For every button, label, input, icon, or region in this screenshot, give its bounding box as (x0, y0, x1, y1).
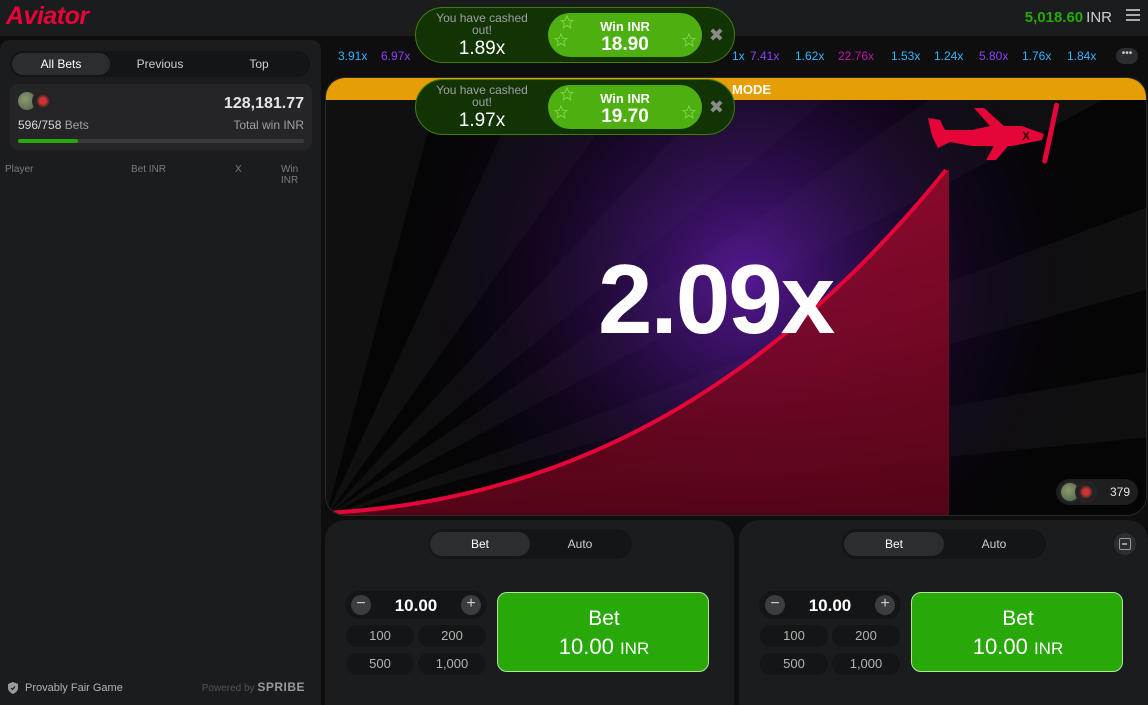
close-icon[interactable]: ✖ (709, 97, 724, 118)
bet-button-label: Bet (588, 607, 620, 630)
history-multiplier[interactable]: 1.84x (1067, 49, 1096, 63)
bet-button-currency: INR (619, 639, 650, 658)
total-win-amount: 128,181.77 (223, 95, 304, 112)
balance-currency: INR (1086, 9, 1112, 26)
history-multiplier[interactable]: 3.91x (338, 49, 367, 63)
provably-fair-label: Provably Fair Game (25, 682, 123, 694)
bet-mode-tabs: Bet Auto (428, 529, 632, 559)
bet-button-label: Bet (1002, 607, 1034, 630)
tab-all-bets[interactable]: All Bets (12, 53, 110, 75)
tab-auto[interactable]: Auto (944, 532, 1044, 556)
cashout-win-label: Win INR (600, 91, 650, 106)
cashout-label: You have cashed out! (436, 83, 528, 109)
history-multiplier[interactable]: 6.97x (381, 49, 410, 63)
stake-stepper: − 10.00 + (759, 591, 901, 619)
col-x: X (235, 164, 242, 175)
history-multiplier[interactable]: 1x (732, 49, 745, 63)
cashout-toast: You have cashed out! 1.89x Win INR 18.90… (415, 7, 735, 63)
tab-previous[interactable]: Previous (111, 53, 209, 75)
quick-stake-1000[interactable]: 1,000 (418, 653, 486, 675)
tab-bet[interactable]: Bet (430, 532, 530, 556)
col-player: Player (5, 164, 34, 175)
bet-button-value: 10.00 (558, 634, 614, 659)
bets-progress-bar (18, 139, 304, 143)
bet-panel-2: Bet Auto − 10.00 + 100 200 500 1,000 Bet… (739, 520, 1148, 705)
history-multiplier[interactable]: 1.24x (934, 49, 963, 63)
game-canvas: MODE X 2.09x 379 (325, 77, 1147, 516)
history-more-button[interactable]: ••• (1116, 48, 1138, 64)
bet-mode-tabs: Bet Auto (842, 529, 1046, 559)
cashout-win-pill: Win INR 18.90 (548, 13, 702, 57)
col-bet: Bet INR (131, 164, 167, 175)
player-avatars (1059, 481, 1105, 503)
quick-stake-500[interactable]: 500 (760, 653, 828, 675)
balance-amount: 5,018.60 (1024, 9, 1084, 26)
cashout-multiplier: 1.97x (458, 110, 506, 131)
increase-stake-button[interactable]: + (875, 595, 895, 615)
mode-label: MODE (732, 82, 771, 97)
powered-by: Powered by SPRIBE (202, 680, 305, 694)
cashout-win-value: 19.70 (601, 106, 649, 127)
cashout-multiplier: 1.89x (458, 38, 506, 59)
history-multiplier[interactable]: 1.53x (891, 49, 920, 63)
quick-stake-100[interactable]: 100 (760, 625, 828, 647)
cashout-toast: You have cashed out! 1.97x Win INR 19.70… (415, 79, 735, 135)
history-multiplier[interactable]: 7.41x (750, 49, 779, 63)
player-avatars (16, 90, 62, 112)
bets-count-value: 596/758 (18, 118, 62, 132)
bet-button-currency: INR (1033, 639, 1064, 658)
minus-icon (1119, 538, 1131, 550)
tab-top[interactable]: Top (210, 53, 308, 75)
increase-stake-button[interactable]: + (461, 595, 481, 615)
quick-stake-1000[interactable]: 1,000 (832, 653, 900, 675)
provably-fair-link[interactable]: Provably Fair Game (8, 682, 123, 694)
cashout-label: You have cashed out! (436, 11, 528, 37)
quick-stake-200[interactable]: 200 (418, 625, 486, 647)
col-win: Win INR (281, 164, 299, 186)
spribe-logo: SPRIBE (257, 680, 305, 694)
cashout-win-label: Win INR (600, 19, 650, 34)
cashout-win-value: 18.90 (601, 34, 649, 55)
bets-panel: All Bets Previous Top 596/758 Bets 128,1… (0, 40, 321, 705)
online-players-count: 379 (1109, 485, 1130, 499)
avatar (1075, 481, 1097, 503)
stake-stepper: − 10.00 + (345, 591, 487, 619)
history-multiplier[interactable]: 5.80x (979, 49, 1008, 63)
close-icon[interactable]: ✖ (709, 25, 724, 46)
quick-stake-100[interactable]: 100 (346, 625, 414, 647)
online-players: 379 (1056, 479, 1138, 505)
quick-stake-200[interactable]: 200 (832, 625, 900, 647)
powered-by-label: Powered by (201, 683, 255, 694)
current-multiplier: 2.09x (598, 244, 835, 354)
history-multiplier[interactable]: 1.76x (1022, 49, 1051, 63)
bet-button-value: 10.00 (972, 634, 1028, 659)
svg-text:X: X (1022, 129, 1030, 143)
aviator-logo[interactable]: Aviator (6, 2, 89, 31)
menu-icon[interactable] (1126, 9, 1140, 21)
bets-count: 596/758 Bets (18, 118, 89, 132)
cashout-win-pill: Win INR 19.70 (548, 85, 702, 129)
balance-display: 5,018.60 INR (1025, 9, 1112, 26)
history-multiplier[interactable]: 1.62x (795, 49, 824, 63)
history-multiplier[interactable]: 22.76x (838, 49, 874, 63)
place-bet-button[interactable]: Bet 10.00 INR (497, 592, 709, 672)
bet-button-amount: 10.00 INR (912, 634, 1124, 660)
place-bet-button[interactable]: Bet 10.00 INR (911, 592, 1123, 672)
total-win-label: Total win INR (233, 118, 304, 132)
bet-panel-1: Bet Auto − 10.00 + 100 200 500 1,000 Bet… (325, 520, 734, 705)
bets-summary: 596/758 Bets 128,181.77 Total win INR (10, 84, 312, 150)
avatar (32, 90, 54, 112)
quick-stake-500[interactable]: 500 (346, 653, 414, 675)
tab-auto[interactable]: Auto (530, 532, 630, 556)
bets-count-label: Bets (64, 118, 89, 132)
bets-tabs: All Bets Previous Top (10, 51, 310, 77)
remove-panel-button[interactable] (1114, 533, 1136, 555)
shield-icon (8, 682, 18, 694)
tab-bet[interactable]: Bet (844, 532, 944, 556)
bets-progress-fill (18, 139, 79, 143)
bet-button-amount: 10.00 INR (498, 634, 710, 660)
